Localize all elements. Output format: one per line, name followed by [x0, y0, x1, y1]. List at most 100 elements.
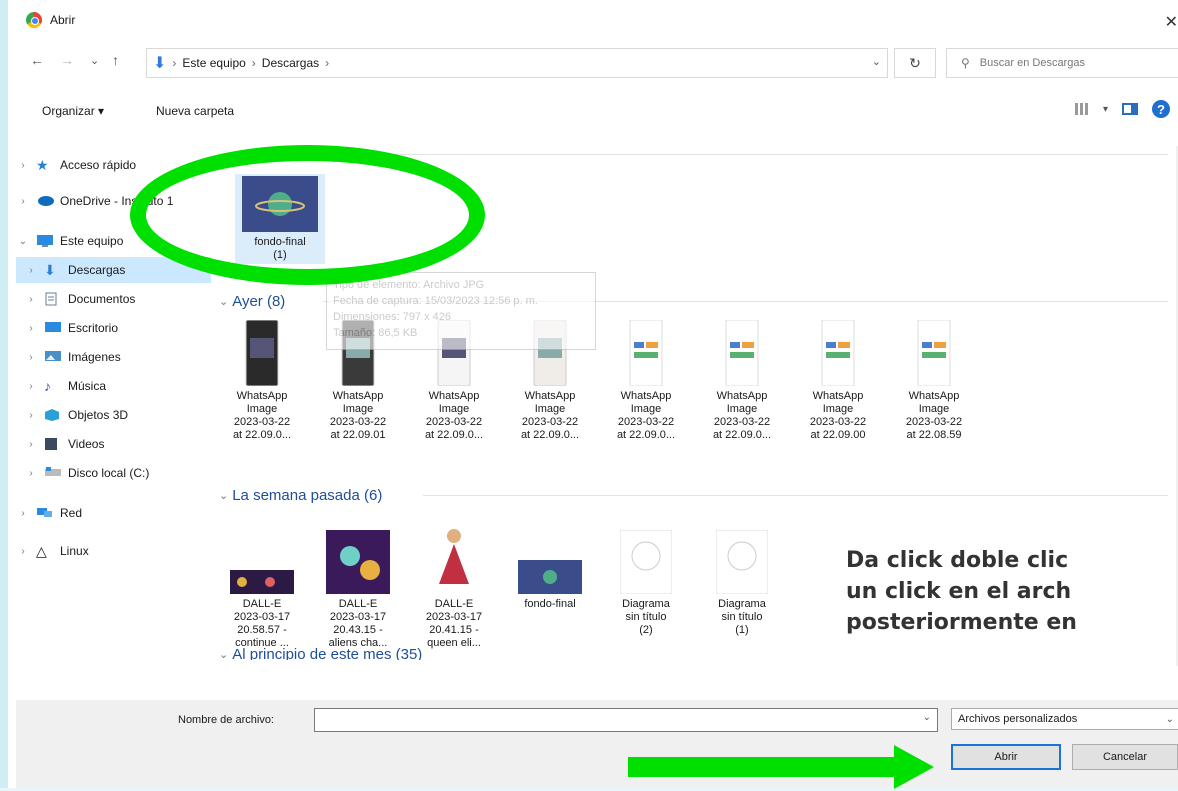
search-box[interactable]: ⚲ Buscar en Descargas	[946, 48, 1178, 78]
file-name: Image	[726, 403, 758, 415]
expand-chevron-icon[interactable]: ›	[24, 410, 38, 421]
file-item-diagrama[interactable]: Diagrama sin título (2)	[601, 529, 691, 637]
collapse-chevron-icon[interactable]: ⌄	[219, 489, 228, 502]
file-name: 2023-03-17	[425, 611, 483, 623]
breadcrumb-separator: ›	[325, 56, 330, 70]
address-dropdown-icon[interactable]: ⌄	[872, 55, 881, 68]
sidebar-item-label: Descargas	[68, 263, 126, 277]
group-header-ayer[interactable]: ⌄ Ayer (8)	[219, 290, 285, 312]
open-button[interactable]: Abrir	[951, 744, 1061, 770]
breadcrumb-separator: ›	[172, 56, 177, 70]
expand-chevron-icon[interactable]: ›	[24, 265, 38, 276]
up-arrow-icon[interactable]: ↑	[112, 52, 119, 68]
tooltip-line: Tamaño: 86,5 KB	[333, 327, 418, 339]
title-bar: Abrir ✕	[16, 0, 1178, 40]
file-item-whatsapp-image[interactable]: WhatsApp Image 2023-03-22 at 22.09.00	[793, 319, 883, 442]
window-title: Abrir	[50, 13, 76, 27]
sidebar-item-label: Acceso rápido	[60, 158, 137, 172]
expand-chevron-icon[interactable]: ›	[24, 352, 38, 363]
sidebar-item-imagenes[interactable]: › Imágenes	[16, 344, 211, 370]
file-name: sin título	[721, 611, 763, 623]
sidebar-item-label: Escritorio	[68, 321, 119, 335]
expand-chevron-icon[interactable]: ›	[16, 508, 30, 519]
breadcrumb-este-equipo[interactable]: Este equipo	[182, 56, 245, 70]
refresh-icon[interactable]: ↻	[894, 48, 936, 78]
breadcrumb-descargas[interactable]: Descargas	[262, 56, 319, 70]
cancel-button[interactable]: Cancelar	[1072, 744, 1178, 770]
recent-locations-icon[interactable]: ⌄	[90, 54, 99, 67]
back-arrow-icon[interactable]: ←	[30, 52, 44, 68]
expand-chevron-icon[interactable]: ›	[16, 546, 30, 557]
expand-chevron-icon[interactable]: ›	[24, 439, 38, 450]
file-name: WhatsApp	[812, 390, 864, 402]
help-icon[interactable]: ?	[1152, 100, 1170, 118]
search-placeholder[interactable]: Buscar en Descargas	[980, 57, 1085, 69]
file-name: 2023-03-22	[905, 416, 963, 428]
sidebar-item-label: Documentos	[68, 292, 136, 306]
preview-pane-icon[interactable]	[1122, 103, 1138, 115]
cloud-icon	[36, 194, 54, 208]
forward-arrow-icon[interactable]: →	[60, 52, 74, 68]
file-name: Image	[534, 403, 566, 415]
address-bar[interactable]: ⬇ › Este equipo › Descargas › ⌄	[146, 48, 888, 78]
sidebar-item-red[interactable]: › Red	[16, 500, 211, 526]
document-icon	[44, 292, 62, 306]
file-name: at 22.09.0...	[712, 429, 772, 441]
collapse-chevron-icon[interactable]: ⌄	[16, 236, 30, 247]
file-name: 2023-03-22	[521, 416, 579, 428]
file-item-dall-e[interactable]: DALL-E 2023-03-17 20.58.57 - continue ...	[217, 570, 307, 650]
file-name: queen eli...	[427, 637, 481, 649]
sidebar-item-documentos[interactable]: › Documentos	[16, 286, 211, 312]
expand-chevron-icon[interactable]: ›	[24, 294, 38, 305]
expand-chevron-icon[interactable]: ›	[24, 468, 38, 479]
expand-chevron-icon[interactable]: ›	[24, 323, 38, 334]
group-label: Ayer (8)	[232, 292, 286, 310]
collapse-chevron-icon[interactable]: ⌄	[219, 295, 228, 308]
organize-button[interactable]: Organizar ▾	[42, 104, 104, 118]
sidebar-item-disco-local[interactable]: › Disco local (C:)	[16, 460, 211, 486]
file-type-select[interactable]: Archivos personalizados ⌄	[951, 708, 1178, 730]
sidebar-item-label: Objetos 3D	[68, 408, 129, 422]
file-item-fondo-final[interactable]: fondo-final	[505, 560, 595, 611]
instruction-line: Da click doble clic	[846, 548, 1069, 573]
view-dropdown-icon[interactable]: ▾	[1103, 104, 1108, 115]
collapse-chevron-icon[interactable]: ⌄	[219, 648, 228, 661]
file-thumbnail	[710, 529, 774, 595]
sidebar-item-linux[interactable]: › △ Linux	[16, 538, 211, 564]
file-item-diagrama[interactable]: Diagrama sin título (1)	[697, 529, 787, 637]
expand-chevron-icon[interactable]: ›	[24, 381, 38, 392]
close-icon[interactable]: ✕	[1165, 12, 1178, 32]
filename-input[interactable]: ⌄	[314, 708, 938, 732]
sidebar-item-musica[interactable]: › ♪ Música	[16, 373, 211, 399]
file-item-whatsapp-image[interactable]: WhatsApp Image 2023-03-22 at 22.09.0...	[217, 319, 307, 442]
file-name: at 22.09.01	[330, 429, 386, 441]
expand-chevron-icon[interactable]: ›	[16, 160, 30, 171]
view-options-icon[interactable]	[1074, 103, 1089, 115]
filename-dropdown-icon[interactable]: ⌄	[923, 712, 931, 723]
sidebar-item-escritorio[interactable]: › Escritorio	[16, 315, 211, 341]
file-item-dall-e[interactable]: DALL-E 2023-03-17 20.41.15 - queen eli...	[409, 524, 499, 650]
view-controls: ▾ ?	[1074, 100, 1170, 118]
network-icon	[36, 506, 54, 520]
sidebar-item-objetos-3d[interactable]: › Objetos 3D	[16, 402, 211, 428]
file-name: WhatsApp	[716, 390, 768, 402]
download-icon: ⬇	[153, 55, 167, 72]
file-item-dall-e[interactable]: DALL-E 2023-03-17 20.43.15 - aliens cha...	[313, 530, 403, 650]
file-type-dropdown-icon[interactable]: ⌄	[1166, 714, 1174, 725]
file-item-whatsapp-image[interactable]: WhatsApp Image 2023-03-22 at 22.09.0...	[601, 319, 691, 442]
sidebar-item-videos[interactable]: › Videos	[16, 431, 211, 457]
expand-chevron-icon[interactable]: ›	[16, 196, 30, 207]
file-name: at 22.09.0...	[424, 429, 484, 441]
file-item-whatsapp-image[interactable]: WhatsApp Image 2023-03-22 at 22.09.0...	[697, 319, 787, 442]
sidebar-item-label: Disco local (C:)	[68, 466, 150, 480]
new-folder-button[interactable]: Nueva carpeta	[156, 104, 234, 118]
file-item-whatsapp-image[interactable]: WhatsApp Image 2023-03-22 at 22.08.59	[889, 319, 979, 442]
group-header-semana-pasada[interactable]: ⌄ La semana pasada (6)	[219, 484, 382, 506]
sidebar-item-label: Música	[68, 379, 107, 393]
group-header-principio-mes[interactable]: ⌄ Al principio de este mes (35)	[219, 643, 422, 661]
highlight-ring	[130, 145, 485, 285]
file-name: Image	[822, 403, 854, 415]
file-name: at 22.09.0...	[232, 429, 292, 441]
linux-icon: △	[36, 543, 47, 559]
file-name: fondo-final	[524, 598, 576, 610]
